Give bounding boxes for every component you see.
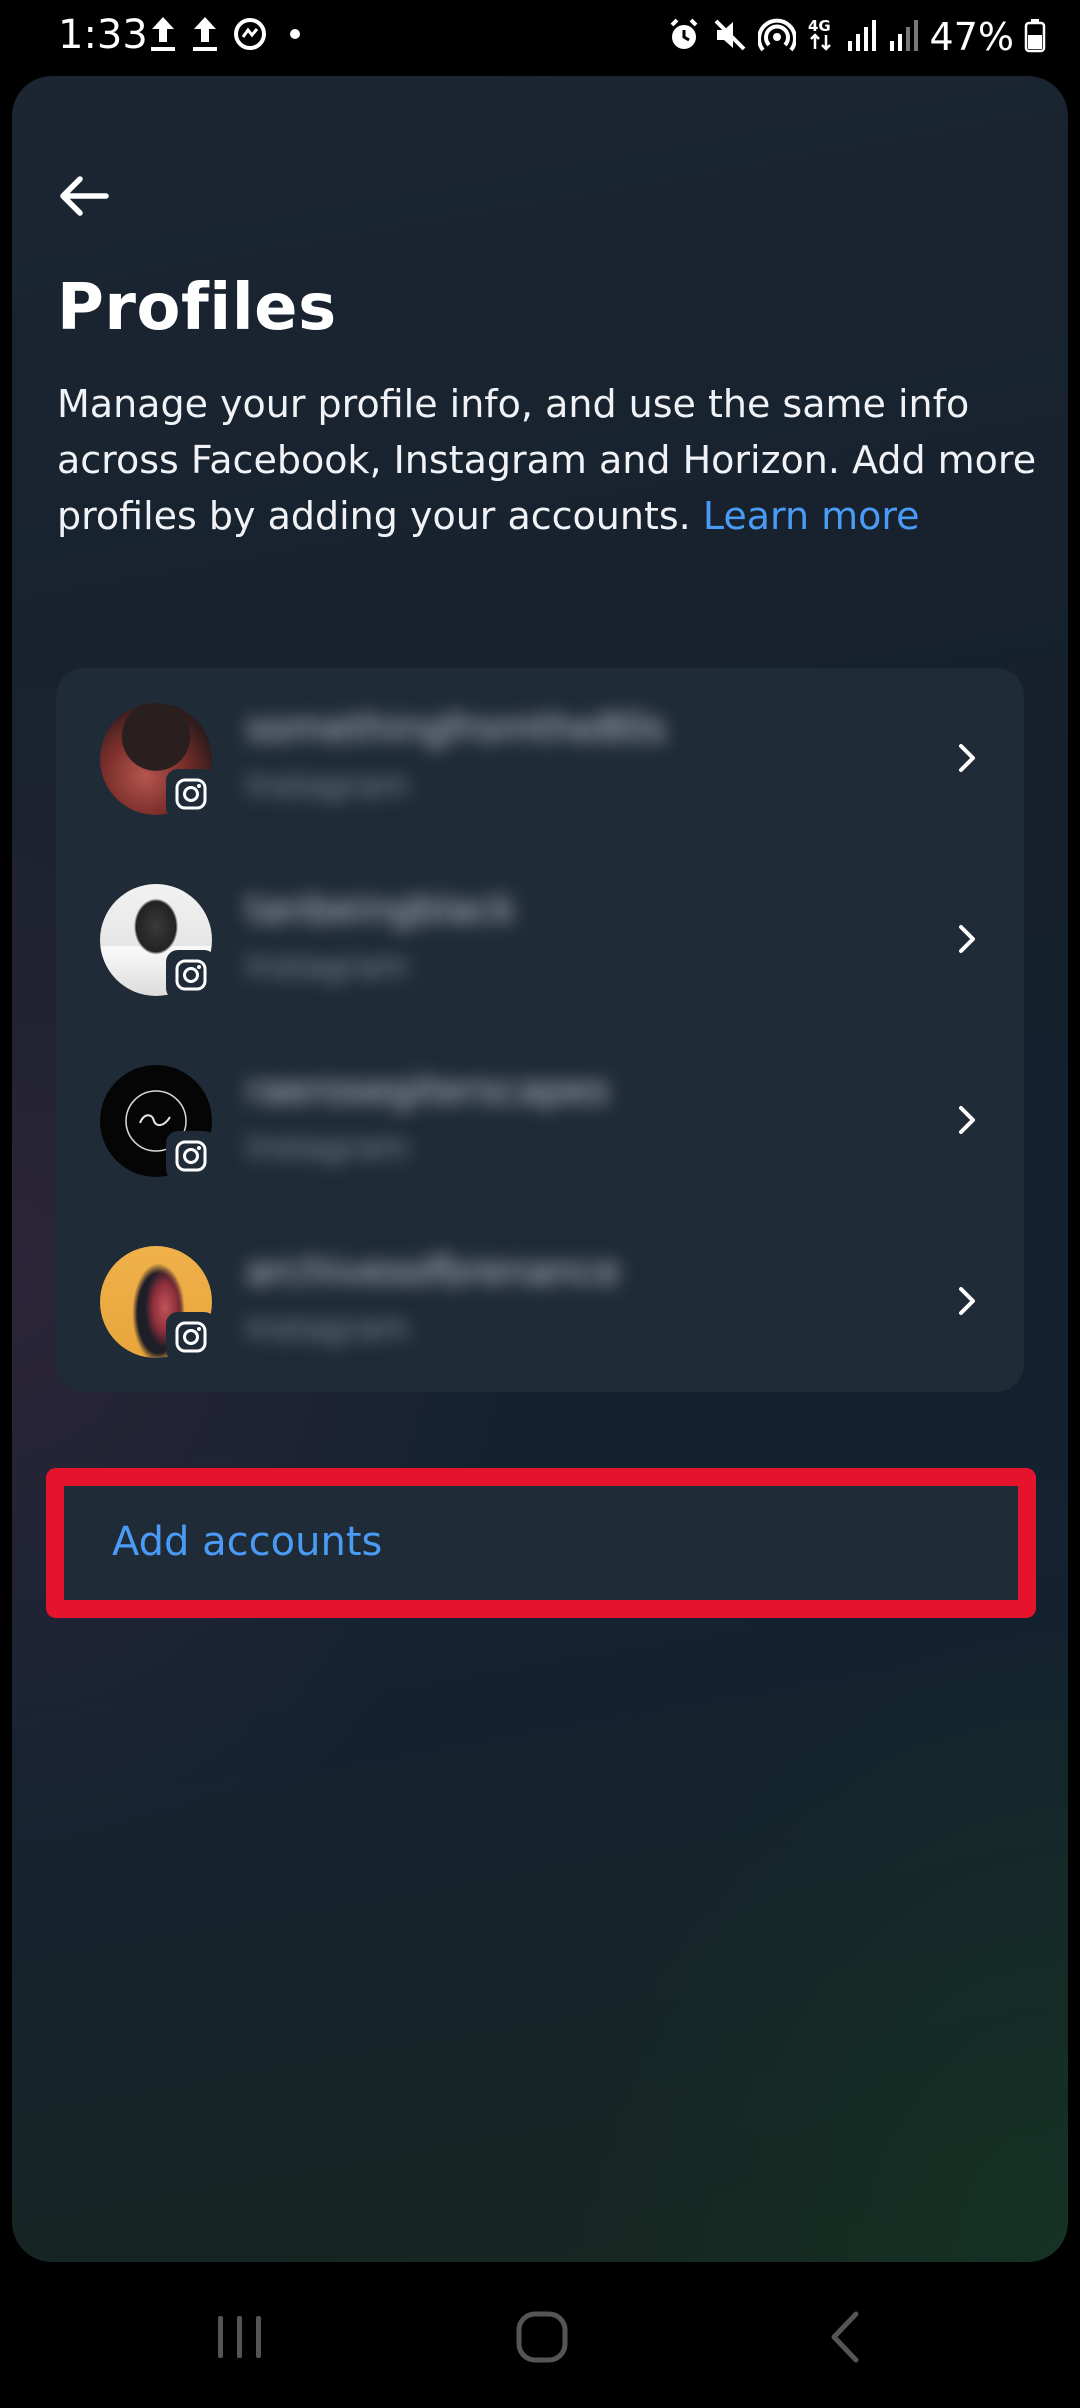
4g-icon: 4G: [806, 15, 836, 59]
upload-icon: [190, 14, 220, 58]
profile-name: raerosegiterscapes: [246, 1068, 610, 1112]
instagram-icon: [166, 769, 216, 819]
profile-platform: Instagram: [246, 1128, 409, 1166]
alarm-icon: [666, 15, 702, 59]
instagram-icon: [166, 950, 216, 1000]
chevron-right-icon: [959, 1287, 975, 1315]
profile-avatar: [100, 1246, 216, 1362]
mute-icon: [712, 15, 748, 59]
home-button[interactable]: [502, 2302, 582, 2372]
recent-apps-icon: [218, 2316, 261, 2358]
add-accounts-button[interactable]: Add accounts: [64, 1486, 1018, 1600]
profile-row[interactable]: archivesofbrenance Instagram: [56, 1211, 1024, 1392]
profiles-sheet: Profiles Manage your profile info, and u…: [12, 76, 1068, 2262]
profile-platform: Instagram: [246, 947, 409, 985]
page-description: Manage your profile info, and use the sa…: [57, 376, 1037, 544]
battery-icon: [1024, 15, 1046, 59]
profile-name: somethingfromthe80s: [246, 706, 667, 750]
signal-icon: [888, 15, 920, 59]
recent-apps-button[interactable]: [200, 2302, 280, 2372]
profile-avatar: [100, 884, 216, 1000]
profile-row[interactable]: raerosegiterscapes Instagram: [56, 1030, 1024, 1211]
instagram-icon: [166, 1131, 216, 1181]
chevron-right-icon: [959, 1106, 975, 1134]
dot-icon: [280, 14, 310, 58]
notification-icons: [148, 14, 310, 58]
signal-icon: [846, 15, 878, 59]
profile-avatar: [100, 1065, 216, 1181]
back-nav-button[interactable]: [806, 2302, 886, 2372]
svg-text:4G: 4G: [808, 17, 831, 35]
profile-platform: Instagram: [246, 1309, 409, 1347]
learn-more-link[interactable]: Learn more: [703, 494, 920, 538]
profile-name: archivesofbrenance: [246, 1249, 620, 1293]
status-time: 1:33: [58, 12, 148, 58]
profile-name: tanbeingblack: [246, 887, 516, 931]
upload-icon: [148, 14, 178, 58]
messenger-icon: [232, 14, 268, 58]
chevron-right-icon: [959, 744, 975, 772]
back-nav-icon: [831, 2311, 859, 2363]
home-icon: [516, 2311, 568, 2363]
navigation-bar: [0, 2262, 1080, 2408]
hotspot-icon: [756, 15, 797, 59]
add-accounts-label: Add accounts: [112, 1519, 383, 1565]
profile-row[interactable]: tanbeingblack Instagram: [56, 849, 1024, 1030]
back-arrow-icon: [60, 176, 109, 216]
profile-row[interactable]: somethingfromthe80s Instagram: [56, 668, 1024, 849]
status-bar: 1:33 4G 47%: [0, 0, 1080, 74]
battery-percent: 47%: [929, 15, 1014, 59]
system-icons: 4G 47%: [666, 12, 1046, 62]
profile-platform: Instagram: [246, 766, 409, 804]
profile-avatar: [100, 703, 216, 819]
back-button[interactable]: [54, 166, 134, 236]
instagram-icon: [166, 1312, 216, 1362]
profiles-list: somethingfromthe80s Instagram tanbeingbl…: [56, 668, 1024, 1392]
page-title: Profiles: [57, 271, 337, 345]
chevron-right-icon: [959, 925, 975, 953]
